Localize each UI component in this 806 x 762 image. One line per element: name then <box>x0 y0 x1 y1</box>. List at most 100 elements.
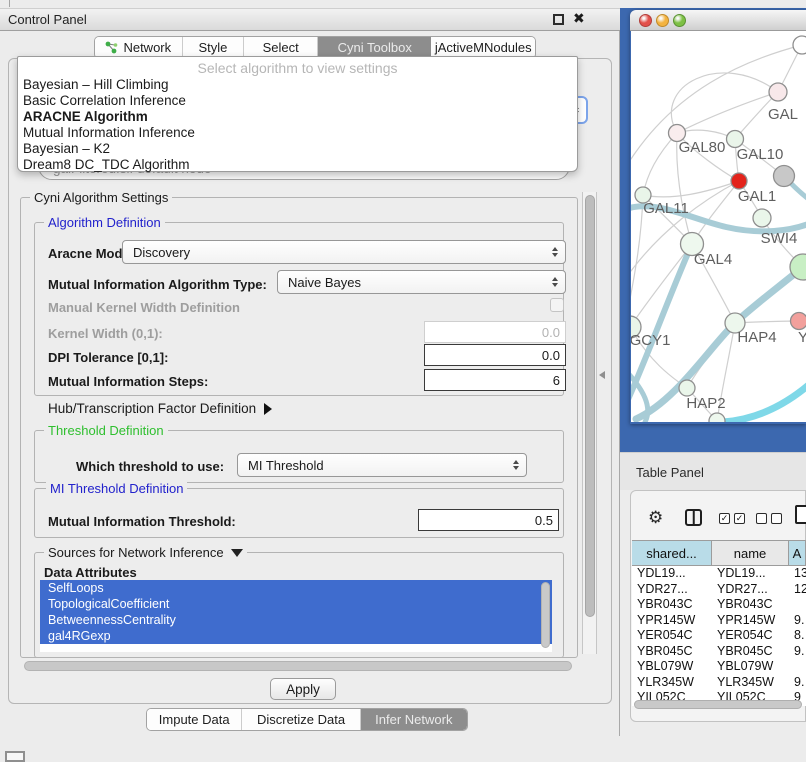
panel-splitter-handle[interactable] <box>599 371 605 379</box>
network-node-gal10[interactable] <box>727 131 744 148</box>
network-node-hap2[interactable] <box>679 380 695 396</box>
network-node-gal[interactable] <box>769 83 787 101</box>
dpi-tolerance-field[interactable]: 0.0 <box>424 344 566 366</box>
table-row[interactable]: YBR043CYBR043C <box>632 597 806 613</box>
algorithm-option[interactable]: Dream8 DC_TDC Algorithm <box>18 157 577 173</box>
float-window-icon[interactable] <box>553 14 564 25</box>
unchecked-checkbox-icon[interactable] <box>756 513 767 524</box>
kernel-width-value: 0.0 <box>542 325 560 340</box>
table-cell: 9. <box>789 644 806 660</box>
scrollbar-thumb[interactable] <box>585 195 595 617</box>
table-row[interactable]: YDL19...YDL19...13 <box>632 566 806 582</box>
list-scrollbar[interactable] <box>541 582 550 648</box>
tab-impute-data[interactable]: Impute Data <box>147 709 242 730</box>
network-canvas[interactable]: GALGAL80GAL10GAL1GAL11SWI4GAL4GCY1HAP4YH… <box>631 31 806 422</box>
algorithm-option[interactable]: ARACNE Algorithm <box>18 109 577 125</box>
table-horizontal-scrollbar[interactable] <box>634 700 802 709</box>
network-graph: GALGAL80GAL10GAL1GAL11SWI4GAL4GCY1HAP4YH… <box>631 31 806 422</box>
data-attributes-list[interactable]: SelfLoopsTopologicalCoefficientBetweenne… <box>40 580 552 652</box>
table-cell: YPR145W <box>712 613 789 629</box>
settings-vertical-scrollbar[interactable] <box>582 192 597 654</box>
traffic-light-minimize-icon[interactable] <box>656 14 669 27</box>
tab-discretize-data[interactable]: Discretize Data <box>242 709 360 730</box>
network-edge[interactable] <box>671 73 778 133</box>
tab-style[interactable]: Style <box>183 37 245 58</box>
aracne-mode-combobox[interactable]: Discovery <box>122 240 566 264</box>
bottom-tabbar: Impute Data Discretize Data Infer Networ… <box>146 708 468 731</box>
data-attribute-item[interactable]: SelfLoops <box>40 580 552 596</box>
gear-icon[interactable]: ⚙ <box>648 508 663 528</box>
table-panel-title: Table Panel <box>636 465 704 480</box>
close-icon[interactable]: ✖ <box>573 10 585 27</box>
split-view-icon[interactable] <box>685 509 702 526</box>
manual-kernel-width-checkbox[interactable] <box>550 298 564 312</box>
settings-horizontal-scrollbar[interactable] <box>24 661 572 671</box>
table-row[interactable]: YER054CYER054C8. <box>632 628 806 644</box>
data-attribute-item[interactable]: TopologicalCoefficient <box>40 596 552 612</box>
mi-threshold-field[interactable]: 0.5 <box>418 509 559 531</box>
network-node-y[interactable] <box>791 313 806 330</box>
mi-steps-field[interactable]: 6 <box>424 369 566 391</box>
control-panel-titlebar[interactable] <box>0 8 620 31</box>
sources-group-title[interactable]: Sources for Network Inference <box>44 545 247 560</box>
algorithm-option[interactable]: Basic Correlation Inference <box>18 93 577 109</box>
table-cell: YDL19... <box>632 566 712 582</box>
network-node-swi4[interactable] <box>753 209 771 227</box>
network-node[interactable] <box>793 36 806 54</box>
table-cell: 12 <box>789 582 806 598</box>
table-row[interactable]: YLR345WYLR345W9. <box>632 675 806 691</box>
data-attribute-item[interactable]: BetweennessCentrality <box>40 612 552 628</box>
kernel-width-field[interactable]: 0.0 <box>424 321 566 343</box>
table-row[interactable]: YBR045CYBR045C9. <box>632 644 806 660</box>
tab-discretize-data-label: Discretize Data <box>257 712 345 727</box>
network-window-titlebar[interactable] <box>630 10 806 31</box>
mi-algorithm-type-combobox[interactable]: Naive Bayes <box>277 270 566 294</box>
tab-cyni-toolbox-label: Cyni Toolbox <box>338 40 412 55</box>
tab-impute-data-label: Impute Data <box>159 712 230 727</box>
node-label: GAL <box>768 106 798 123</box>
combo-arrows-icon <box>552 247 558 257</box>
table-cell: YBR045C <box>712 644 789 660</box>
algorithm-option[interactable]: Mutual Information Inference <box>18 125 577 141</box>
algorithm-option[interactable]: Bayesian – K2 <box>18 141 577 157</box>
document-icon[interactable] <box>795 505 806 524</box>
table-column-header[interactable]: name <box>712 541 789 565</box>
unchecked-checkbox-icon[interactable] <box>771 513 782 524</box>
background-window-fragment <box>5 751 25 762</box>
data-attribute-item[interactable]: gal4RGexp <box>40 628 552 644</box>
tab-infer-network[interactable]: Infer Network <box>361 709 467 730</box>
table-row[interactable]: YBL079WYBL079W <box>632 659 806 675</box>
which-threshold-label: Which threshold to use: <box>76 459 224 474</box>
tab-jactivemnodules[interactable]: jActiveMNodules <box>431 37 535 58</box>
table-cell <box>789 597 806 613</box>
node-label: GCY1 <box>631 332 670 349</box>
hub-definition-expander[interactable]: Hub/Transcription Factor Definition <box>48 401 272 416</box>
node-label: GAL80 <box>679 139 726 156</box>
network-node[interactable] <box>774 166 795 187</box>
control-panel-title: Control Panel <box>8 12 87 27</box>
table-cell: YLR345W <box>632 675 712 691</box>
tab-network-label: Network <box>123 40 171 55</box>
which-threshold-combobox[interactable]: MI Threshold <box>237 453 527 477</box>
network-edge[interactable] <box>723 383 806 422</box>
checked-checkbox-icon[interactable]: ✓ <box>719 513 730 524</box>
network-edge[interactable] <box>677 92 778 133</box>
table-row[interactable]: YPR145WYPR145W9. <box>632 613 806 629</box>
tab-select[interactable]: Select <box>244 37 318 58</box>
tab-cyni-toolbox[interactable]: Cyni Toolbox <box>318 37 431 58</box>
traffic-light-close-icon[interactable] <box>639 14 652 27</box>
traffic-light-zoom-icon[interactable] <box>673 14 686 27</box>
network-node-gal1[interactable] <box>731 173 747 189</box>
algorithm-option[interactable]: Bayesian – Hill Climbing <box>18 77 577 93</box>
table-row[interactable]: YDR27...YDR27...12 <box>632 582 806 598</box>
algorithm-dropdown-list: Bayesian – Hill ClimbingBasic Correlatio… <box>18 77 577 173</box>
apply-button[interactable]: Apply <box>270 678 336 700</box>
checked-checkbox-icon[interactable]: ✓ <box>734 513 745 524</box>
tab-network[interactable]: Network <box>95 37 183 58</box>
table-column-header[interactable]: shared... <box>632 541 712 565</box>
network-edge[interactable] <box>643 133 677 195</box>
data-attributes-label: Data Attributes <box>44 565 137 580</box>
table-column-header[interactable]: A <box>789 541 806 565</box>
table-cell: YDR27... <box>632 582 712 598</box>
dpi-tolerance-label: DPI Tolerance [0,1]: <box>48 350 168 365</box>
